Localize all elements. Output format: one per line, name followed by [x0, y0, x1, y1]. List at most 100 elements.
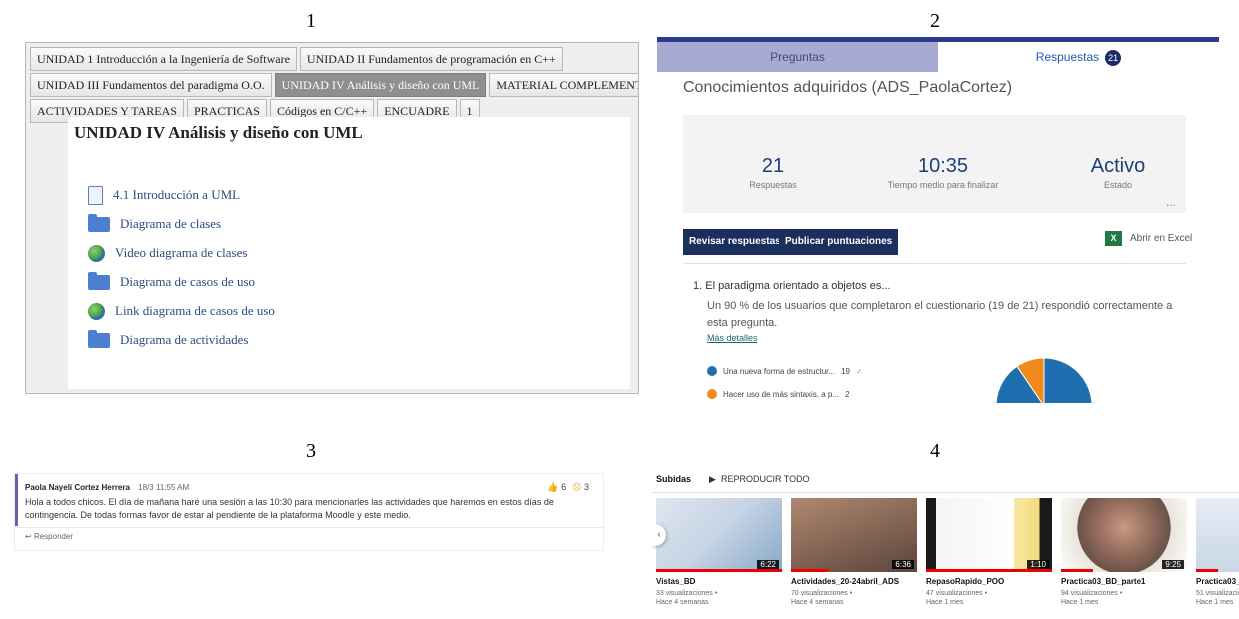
tab-unidad-1[interactable]: UNIDAD 1 Introducción a la Ingeniería de… — [30, 47, 297, 71]
summary-stats: 21 Respuestas 10:35 Tiempo medio para fi… — [683, 115, 1186, 213]
open-excel-link[interactable]: X Abrir en Excel — [1105, 231, 1192, 246]
more-options-icon[interactable]: ... — [1166, 195, 1176, 209]
resource-label[interactable]: Diagrama de clases — [120, 216, 221, 232]
stat-label: Estado — [1103, 180, 1133, 190]
video-views: 51 visualizaciones — [1196, 590, 1239, 597]
sad-face-icon: ☹ — [572, 482, 582, 492]
reactions: 👍 6 ☹ 3 — [547, 482, 589, 493]
video-duration: 6:22 — [757, 560, 779, 569]
video-card[interactable]: 9:25 Practica03_BD_parte1 94 visualizaci… — [1061, 498, 1191, 607]
legend-label: Una nueva forma de estructur... — [723, 366, 836, 376]
video-title[interactable]: RepasoRapido_POO — [926, 577, 1056, 586]
stat-value: 21 — [761, 155, 785, 177]
resource-link[interactable]: 4.1 Introducción a UML — [88, 185, 240, 205]
section-title: UNIDAD IV Análisis y diseño con UML — [74, 123, 363, 142]
youtube-uploads-panel: Subidas ▶ REPRODUCIR TODO 6:22 Vistas_BD… — [652, 466, 1239, 619]
results-pie-chart — [995, 357, 1093, 403]
reply-label: Responder — [33, 532, 74, 541]
question-summary: Un 90 % de los usuarios que completaron … — [707, 300, 1173, 329]
resource-label[interactable]: Diagrama de casos de uso — [120, 274, 255, 290]
video-thumbnail[interactable]: 9:25 — [1061, 498, 1187, 572]
reply-button[interactable]: ↩ Responder — [25, 532, 73, 541]
video-thumbnail[interactable]: 1:10 — [926, 498, 1052, 572]
resource-label[interactable]: Video diagrama de clases — [115, 245, 247, 261]
tab-preguntas[interactable]: Preguntas — [657, 42, 938, 72]
video-thumbnail[interactable] — [1196, 498, 1239, 572]
video-duration: 6:36 — [892, 560, 914, 569]
publish-scores-button[interactable]: Publicar puntuaciones — [779, 229, 899, 255]
video-title[interactable]: Practica03_BD_parte1 — [1061, 577, 1191, 586]
video-views: 94 visualizaciones • — [1061, 590, 1123, 597]
play-all-button[interactable]: ▶ REPRODUCIR TODO — [709, 474, 810, 485]
resource-label[interactable]: Link diagrama de casos de uso — [115, 303, 275, 319]
resource-link[interactable]: Diagrama de casos de uso — [88, 271, 255, 292]
video-thumbnail[interactable]: 6:36 — [791, 498, 917, 572]
resource-label[interactable]: 4.1 Introducción a UML — [113, 187, 240, 203]
like-reaction[interactable]: 👍 6 — [547, 482, 566, 493]
message-time: 18/3 11:55 AM — [138, 483, 190, 492]
more-details-link[interactable]: Más detalles — [707, 333, 758, 343]
resource-link[interactable]: Video diagrama de clases — [88, 243, 247, 263]
panel-number-2: 2 — [930, 10, 940, 32]
uploads-title[interactable]: Subidas — [656, 474, 691, 485]
legend-label: Hacer uso de más sintaxis, a p... — [723, 389, 840, 399]
stat-value: 10:35 — [917, 155, 969, 177]
video-card[interactable]: 6:36 Actividades_20-24abril_ADS 70 visua… — [791, 498, 921, 607]
sad-count: 3 — [583, 482, 589, 492]
tab-unidad-4[interactable]: UNIDAD IV Análisis y diseño con UML — [274, 73, 487, 97]
video-card[interactable]: 1:10 RepasoRapido_POO 47 visualizaciones… — [926, 498, 1056, 607]
question-title: 1. El paradigma orientado a objetos es..… — [693, 280, 891, 292]
moodle-course-panel: UNIDAD 1 Introducción a la Ingeniería de… — [25, 42, 639, 394]
video-title[interactable]: Vistas_BD — [656, 577, 786, 586]
tab-material-complementario[interactable]: MATERIAL COMPLEMENTARIO — [489, 73, 638, 97]
video-age: Hace 4 semanas — [656, 599, 709, 606]
author-name[interactable]: Paola Nayeli Cortez Herrera — [25, 483, 130, 492]
watch-progress — [791, 569, 829, 572]
video-age: Hace 4 semanas — [791, 599, 844, 606]
message-header: Paola Nayeli Cortez Herrera 18/3 11:55 A… — [25, 483, 189, 492]
stat-label: Tiempo medio para finalizar — [887, 180, 999, 190]
globe-icon — [88, 302, 105, 320]
responses-count-badge: 21 — [1105, 50, 1122, 66]
resource-link[interactable]: Diagrama de actividades — [88, 329, 249, 350]
watch-progress — [1061, 569, 1093, 572]
tab-unidad-2[interactable]: UNIDAD II Fundamentos de programación en… — [299, 47, 563, 71]
legend-count: 2 — [845, 389, 850, 399]
review-responses-button[interactable]: Revisar respuestas — [683, 229, 787, 255]
resource-link[interactable]: Link diagrama de casos de uso — [88, 301, 275, 321]
section-content: UNIDAD IV Análisis y diseño con UML 4.1 … — [68, 117, 630, 389]
watch-progress — [1196, 569, 1218, 572]
video-duration: 1:10 — [1027, 560, 1049, 569]
resource-label[interactable]: Diagrama de actividades — [120, 332, 249, 348]
tab-row-1: UNIDAD 1 Introducción a la Ingeniería de… — [30, 47, 563, 71]
legend-swatch — [707, 389, 717, 399]
document-icon — [88, 185, 103, 205]
video-views: 47 visualizaciones • — [926, 590, 988, 597]
tab-respuestas[interactable]: Respuestas 21 — [938, 42, 1219, 72]
video-title[interactable]: Practica03_ — [1196, 577, 1239, 586]
tab-unidad-3[interactable]: UNIDAD III Fundamentos del paradigma O.O… — [30, 73, 272, 97]
watch-progress — [656, 569, 782, 572]
video-thumbnail[interactable]: 6:22 — [656, 498, 782, 572]
play-all-label: REPRODUCIR TODO — [720, 474, 810, 484]
reply-icon: ↩ — [25, 532, 32, 541]
folder-icon — [88, 329, 110, 348]
forms-tabs: Preguntas Respuestas 21 — [657, 42, 1219, 72]
stat-avg-time: 10:35 Tiempo medio para finalizar — [863, 155, 1023, 190]
stat-status: Activo Estado — [1058, 155, 1178, 190]
thumbs-up-icon: 👍 — [547, 482, 559, 492]
resource-link[interactable]: Diagrama de clases — [88, 213, 221, 234]
watch-progress — [926, 569, 1052, 572]
stat-value: Activo — [1090, 155, 1146, 177]
legend-swatch — [707, 366, 717, 376]
folder-icon — [88, 213, 110, 232]
message-accent-bar — [15, 474, 18, 526]
video-views: 33 visualizaciones • — [656, 590, 718, 597]
sad-reaction[interactable]: ☹ 3 — [572, 482, 589, 493]
check-icon: ✓ — [855, 366, 863, 376]
video-title[interactable]: Actividades_20-24abril_ADS — [791, 577, 921, 586]
video-card[interactable]: 6:22 Vistas_BD 33 visualizaciones • Hace… — [656, 498, 786, 607]
video-card[interactable]: Practica03_ 51 visualizaciones Hace 1 me… — [1196, 498, 1239, 607]
stat-label: Respuestas — [749, 180, 797, 190]
video-age: Hace 1 mes — [1196, 599, 1234, 606]
